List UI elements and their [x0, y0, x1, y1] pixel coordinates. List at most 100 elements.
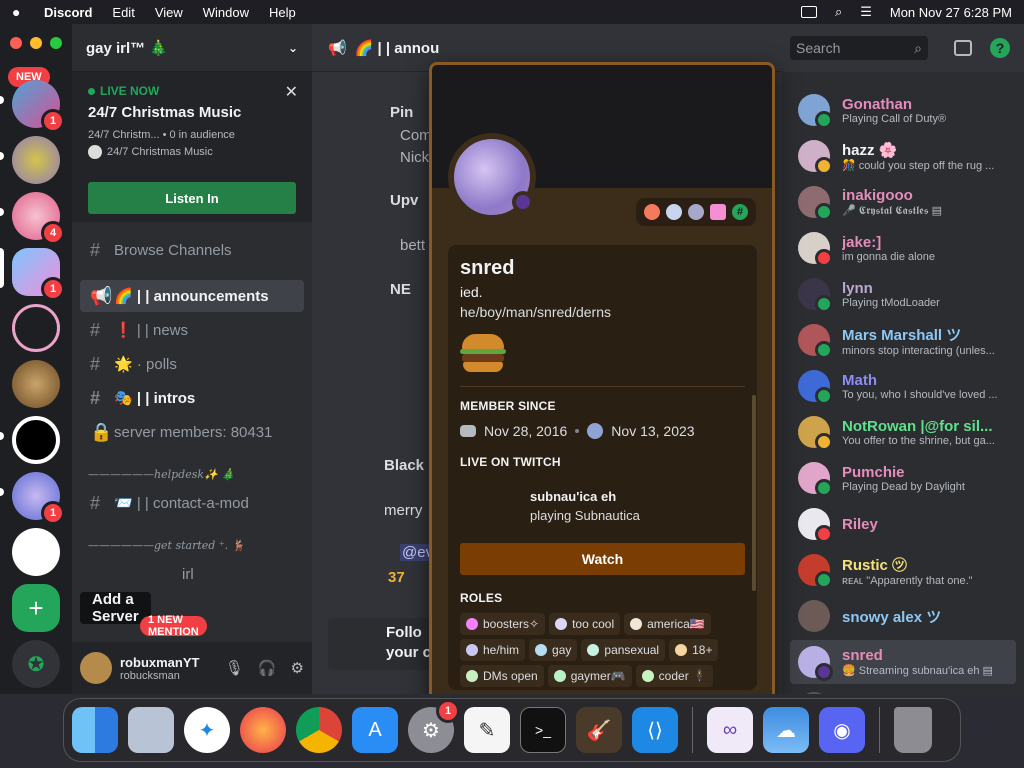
app-store-icon[interactable]: A	[352, 707, 398, 753]
server-icon[interactable]	[12, 360, 60, 408]
role-chip[interactable]: gay	[529, 639, 578, 661]
trash-icon[interactable]	[894, 707, 932, 753]
member-avatar[interactable]	[798, 186, 833, 221]
member-avatar[interactable]	[798, 416, 833, 451]
new-mention-pill[interactable]: 1 NEW MENTION	[140, 614, 207, 638]
weather-icon[interactable]: ☁	[763, 707, 809, 753]
garageband-icon[interactable]: 🎸	[576, 707, 622, 753]
menubar-clock[interactable]: Mon Nov 27 6:28 PM	[890, 5, 1012, 20]
member-avatar[interactable]	[798, 692, 830, 694]
channel-polls[interactable]: # 🌟 · polls	[80, 348, 304, 380]
member-row[interactable]: Riley	[790, 502, 1016, 546]
role-chip[interactable]: DMs open	[460, 665, 544, 687]
control-center-icon[interactable]: ☰	[860, 4, 872, 20]
menu-app-name[interactable]: Discord	[44, 5, 92, 20]
terminal-icon[interactable]: >_	[520, 707, 566, 753]
search-input[interactable]: Search ⌕	[790, 36, 928, 60]
server-icon[interactable]	[12, 304, 60, 352]
close-icon[interactable]: ✕	[285, 82, 298, 102]
finder-icon[interactable]	[72, 707, 118, 753]
help-icon[interactable]: ?	[990, 38, 1010, 58]
member-row[interactable]: Rustic ㋡ ʀᴇᴀʟ "Apparently that one."	[790, 548, 1016, 592]
role-chip[interactable]: boosters✧	[460, 613, 546, 635]
firefox-icon[interactable]	[240, 707, 286, 753]
minimize-window-button[interactable]	[30, 37, 42, 49]
profile-scrollbar[interactable]	[752, 395, 756, 591]
launchpad-icon[interactable]	[128, 707, 174, 753]
channel-server-members[interactable]: 🔒 server members: 80431	[80, 416, 304, 448]
gear-icon[interactable]: ⚙	[291, 659, 304, 677]
visual-studio-icon[interactable]: ∞	[707, 707, 753, 753]
member-row[interactable]: Gonathan Playing Call of Duty®	[790, 88, 1016, 132]
member-row[interactable]: jake:] im gonna die alone	[790, 226, 1016, 270]
headphones-icon[interactable]: 🎧	[258, 659, 277, 677]
member-row[interactable]: Math To you, who I should've loved ...	[790, 364, 1016, 408]
member-avatar[interactable]	[798, 324, 833, 359]
nitro-badge-icon[interactable]	[666, 204, 682, 220]
member-avatar[interactable]	[798, 232, 833, 267]
discord-icon[interactable]: ◉	[819, 707, 865, 753]
chrome-icon[interactable]	[296, 707, 342, 753]
watch-stream-button[interactable]: Watch	[460, 543, 745, 575]
member-avatar[interactable]	[798, 140, 833, 175]
reaction-count[interactable]: 37	[388, 569, 405, 586]
server-icon[interactable]	[12, 136, 60, 184]
add-server-button[interactable]: +	[12, 584, 60, 632]
role-chip[interactable]: too cool	[549, 613, 621, 635]
menu-window[interactable]: Window	[203, 5, 249, 20]
menu-edit[interactable]: Edit	[112, 5, 134, 20]
role-chip[interactable]: coder 🕴	[635, 665, 713, 687]
menu-help[interactable]: Help	[269, 5, 296, 20]
member-row[interactable]: Pumchie Playing Dead by Daylight	[790, 456, 1016, 500]
channel-irl[interactable]: irl	[172, 558, 304, 590]
member-row[interactable]: TheWolfDebater...	[790, 686, 1016, 694]
user-avatar[interactable]	[80, 652, 112, 684]
badge-icon[interactable]	[688, 204, 704, 220]
safari-icon[interactable]: ✦	[184, 707, 230, 753]
role-chip[interactable]: pansexual	[581, 639, 666, 661]
badge-icon[interactable]	[644, 204, 660, 220]
role-chip[interactable]: 18+	[669, 639, 719, 661]
browse-channels[interactable]: # Browse Channels	[80, 234, 304, 266]
role-chip[interactable]: america🇺🇸	[624, 613, 711, 635]
member-avatar[interactable]	[798, 94, 833, 129]
menu-view[interactable]: View	[155, 5, 183, 20]
channel-intros[interactable]: # 🎭 | | intros	[80, 382, 304, 414]
apple-icon[interactable]: ●	[12, 4, 30, 20]
member-avatar[interactable]	[798, 278, 833, 313]
member-avatar[interactable]	[798, 600, 830, 632]
system-settings-icon[interactable]: ⚙ 1	[408, 699, 460, 753]
guild-header[interactable]: gay irl™ 🎄 ⌄	[72, 24, 312, 72]
member-avatar[interactable]	[798, 554, 833, 589]
channel-contact-a-mod[interactable]: # 📨 | | contact-a-mod	[80, 487, 304, 519]
vscode-icon[interactable]: ⟨⟩	[632, 707, 678, 753]
explore-compass-icon[interactable]: ✪	[12, 640, 60, 688]
inbox-icon[interactable]	[954, 40, 972, 56]
member-row[interactable]: lynn Playing tModLoader	[790, 272, 1016, 316]
member-row[interactable]: snowy alex ツ	[790, 594, 1016, 638]
member-avatar[interactable]	[798, 370, 833, 405]
member-avatar[interactable]	[798, 462, 833, 497]
server-icon[interactable]	[12, 528, 60, 576]
role-chip[interactable]: he/him	[460, 639, 526, 661]
listen-in-button[interactable]: Listen In	[88, 182, 296, 214]
category-get-started[interactable]: ——————get started ⁺. 🦌	[72, 529, 312, 556]
roblox-server-icon[interactable]	[12, 416, 60, 464]
category-helpdesk[interactable]: ——————helpdesk✨ 🎄	[72, 458, 312, 485]
microphone-icon[interactable]: 🎙	[225, 659, 244, 677]
member-row[interactable]: snred 🍔 Streaming subnau'ica eh ▤	[790, 640, 1016, 684]
textedit-icon[interactable]: ✎	[464, 707, 510, 753]
member-row[interactable]: inakigooo 🎤 𝕮𝖗𝖞𝖘𝖙𝖆𝖑 𝕮𝖆𝖘𝖙𝖑𝖊𝖘 ▤	[790, 180, 1016, 224]
member-avatar[interactable]	[798, 646, 833, 681]
spotlight-search-icon[interactable]: ⌕	[835, 4, 842, 20]
member-row[interactable]: hazz 🌸 🎊 could you step off the rug ...	[790, 134, 1016, 178]
role-chip[interactable]: gaymer🎮	[547, 665, 632, 687]
boost-gem-icon[interactable]	[710, 204, 726, 220]
profile-avatar[interactable]	[448, 133, 536, 221]
channel-announcements[interactable]: 📢 🌈 | | announcements	[80, 280, 304, 312]
channel-news[interactable]: # ❗ | | news	[80, 314, 304, 346]
member-avatar[interactable]	[798, 508, 833, 543]
member-row[interactable]: NotRowan |@for sil... You offer to the sh…	[790, 410, 1016, 454]
hash-badge-icon[interactable]: #	[732, 204, 748, 220]
zoom-window-button[interactable]	[50, 37, 62, 49]
